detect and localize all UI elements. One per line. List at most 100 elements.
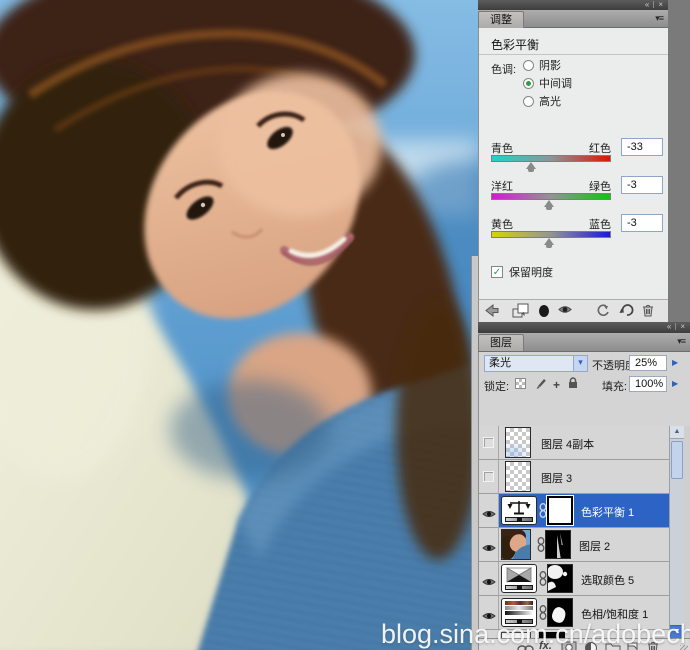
close-panel-icon[interactable]: ×: [656, 0, 665, 10]
mask-link-icon[interactable]: [539, 503, 547, 523]
radio-icon[interactable]: [523, 95, 534, 107]
switch-panel-button[interactable]: [512, 303, 532, 319]
slider-value-input[interactable]: -3: [621, 176, 663, 194]
adjustments-dock-header: «×: [478, 0, 668, 10]
layer-mask-black[interactable]: [547, 564, 573, 593]
view-previous-state-button[interactable]: [595, 303, 615, 319]
layer-list: 图层 4副本 图层 3 色彩平衡 1 图层 2 选取颜色 5 色相/饱和度 1: [479, 426, 690, 638]
radio-icon-selected[interactable]: [523, 77, 534, 89]
slider-value-input[interactable]: -33: [621, 138, 663, 156]
delete-adjustment-trash-button[interactable]: [641, 303, 661, 319]
document-canvas[interactable]: [0, 0, 590, 650]
layer-row-2[interactable]: 图层 2: [479, 528, 669, 562]
scrollbar-thumb[interactable]: [671, 441, 683, 479]
fill-label: 填充:: [601, 381, 627, 393]
blend-mode-dropdown[interactable]: 柔光 ▾: [484, 355, 588, 372]
mini-slider: [505, 585, 533, 590]
layer-name[interactable]: 图层 2: [579, 538, 610, 554]
scroll-up-icon[interactable]: ▲: [670, 426, 684, 439]
divider: [479, 54, 668, 55]
checkbox-label: 保留明度: [509, 267, 553, 279]
layer-row-selective-color[interactable]: 选取颜色 5: [479, 562, 669, 596]
visibility-column[interactable]: [479, 562, 499, 595]
layer-mask-white[interactable]: [547, 496, 573, 525]
photoshop-workspace: «× 调整 ▾≡ 色彩平衡 色调: 阴影 中间调 高光 青色 红色 -33 洋红…: [0, 0, 690, 650]
document-scrollbar[interactable]: [471, 256, 478, 650]
collapse-panel-icon[interactable]: «: [643, 0, 651, 10]
fill-input[interactable]: 100%: [629, 376, 667, 392]
tab-adjustments[interactable]: 调整: [478, 11, 524, 28]
adjustments-tabbar: 调整 ▾≡: [478, 10, 668, 28]
gradient-track[interactable]: [491, 155, 611, 162]
layer-mask-black[interactable]: [545, 530, 571, 559]
visibility-column[interactable]: [479, 494, 499, 527]
gradient-track[interactable]: [491, 193, 611, 200]
radio-shadows[interactable]: 阴影: [523, 58, 561, 72]
layer-row-3[interactable]: 图层 3: [479, 460, 669, 494]
clip-to-layer-button[interactable]: [537, 303, 557, 319]
adjustments-panel: «× 调整 ▾≡ 色彩平衡 色调: 阴影 中间调 高光 青色 红色 -33 洋红…: [478, 0, 668, 333]
lock-paint-brush-button[interactable]: [535, 376, 549, 390]
lock-label: 锁定:: [484, 381, 510, 393]
layer-name[interactable]: 色彩平衡 1: [581, 504, 634, 520]
layer-name[interactable]: 图层 4副本: [541, 436, 594, 452]
layers-scrollbar[interactable]: ▲ ▼: [669, 426, 684, 638]
chevron-down-icon[interactable]: ▾: [573, 356, 587, 371]
visibility-column[interactable]: [479, 426, 499, 459]
color-balance-thumbnail[interactable]: [501, 496, 537, 525]
slider-thumb-1[interactable]: [544, 200, 555, 210]
layer-row-color-balance[interactable]: 色彩平衡 1: [479, 494, 669, 528]
layer-row-4-copy[interactable]: 图层 4副本: [479, 426, 669, 460]
visibility-empty-well[interactable]: [483, 437, 494, 448]
visibility-column[interactable]: [479, 528, 499, 561]
slider-right-label: 绿色: [589, 181, 611, 193]
eye-icon[interactable]: [482, 540, 496, 558]
mini-slider: [505, 517, 533, 522]
close-panel-icon[interactable]: ×: [678, 322, 687, 332]
adjustments-body: 色彩平衡 色调: 阴影 中间调 高光 青色 红色 -33 洋红 绿色 -3 黄色…: [478, 28, 668, 299]
layer-thumbnail-transparent[interactable]: [505, 461, 531, 492]
visibility-eye-button[interactable]: [557, 303, 577, 319]
lock-position-move-button[interactable]: +: [553, 376, 567, 391]
reset-button[interactable]: [619, 303, 639, 319]
slider-thumb-0[interactable]: [526, 162, 537, 172]
slider-thumb-2[interactable]: [544, 238, 555, 248]
visibility-empty-well[interactable]: [483, 471, 494, 482]
layer-thumbnail-photo[interactable]: [501, 529, 531, 560]
collapse-panel-icon[interactable]: «: [665, 322, 673, 332]
mask-link-icon[interactable]: [539, 571, 547, 591]
radio-icon[interactable]: [523, 59, 534, 71]
slider-cyan-red: 青色 红色 -33: [491, 138, 663, 176]
layer-thumbnail-transparent[interactable]: [505, 427, 531, 458]
tone-label: 色调:: [491, 64, 517, 76]
layer-name[interactable]: 图层 3: [541, 470, 572, 486]
opacity-spinner-icon[interactable]: ▶: [672, 358, 678, 367]
adjustment-title: 色彩平衡: [491, 38, 540, 52]
layers-body: 柔光 ▾ 不透明度: 25% ▶ 锁定: + 填充: 100% ▶ 图层 4副本: [478, 352, 690, 650]
blend-mode-value: 柔光: [489, 357, 511, 369]
eye-icon[interactable]: [482, 574, 496, 592]
radio-label: 高光: [539, 96, 561, 108]
slider-right-label: 红色: [589, 143, 611, 155]
panel-menu-icon[interactable]: ▾≡: [655, 13, 664, 24]
visibility-column[interactable]: [479, 460, 499, 493]
layers-dock-header: «×: [478, 322, 690, 333]
gradient-track[interactable]: [491, 231, 611, 238]
lock-all-padlock-button[interactable]: [567, 376, 581, 390]
radio-highlights[interactable]: 高光: [523, 94, 561, 108]
slider-value-input[interactable]: -3: [621, 214, 663, 232]
checkbox-checked[interactable]: ✓: [491, 266, 503, 278]
selective-color-thumbnail[interactable]: [501, 564, 537, 593]
tab-layers[interactable]: 图层: [478, 334, 524, 351]
panel-menu-icon[interactable]: ▾≡: [677, 336, 686, 347]
opacity-input[interactable]: 25%: [629, 355, 667, 371]
portrait-photo: [0, 0, 590, 650]
radio-midtones[interactable]: 中间调: [523, 76, 572, 90]
layer-name[interactable]: 选取颜色 5: [581, 572, 634, 588]
lock-transparency-button[interactable]: [515, 376, 529, 390]
fill-spinner-icon[interactable]: ▶: [672, 379, 678, 388]
back-arrow-button[interactable]: [484, 303, 504, 319]
eye-icon[interactable]: [482, 506, 496, 524]
preserve-luminosity-row[interactable]: ✓ 保留明度: [491, 264, 553, 280]
mask-link-icon[interactable]: [537, 537, 545, 557]
